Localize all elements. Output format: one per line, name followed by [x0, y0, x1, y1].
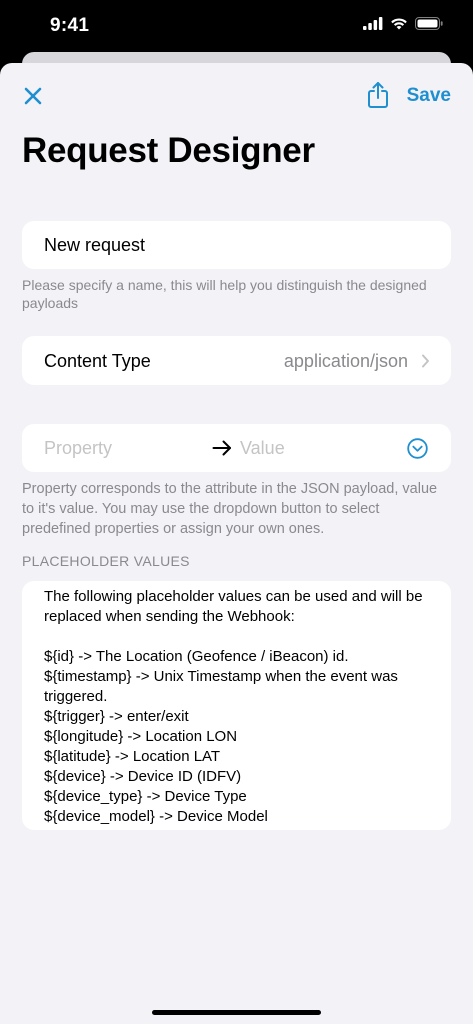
- content-type-label: Content Type: [44, 351, 151, 371]
- save-button[interactable]: Save: [407, 85, 451, 107]
- request-designer-sheet: Save Request Designer New request Please…: [0, 63, 473, 1024]
- share-icon[interactable]: [366, 81, 390, 109]
- content-type-value: application/json: [283, 351, 408, 371]
- property-input[interactable]: Property: [44, 438, 204, 459]
- status-bar: 9:41: [0, 0, 473, 52]
- chevron-down-circle-icon[interactable]: [407, 438, 428, 459]
- request-name-field[interactable]: New request: [22, 221, 451, 269]
- home-indicator: [152, 1010, 321, 1015]
- wifi-icon: [391, 18, 407, 30]
- battery-icon: [415, 17, 443, 30]
- request-name-value[interactable]: New request: [44, 235, 145, 256]
- property-value-row: Property Value: [22, 424, 451, 472]
- request-name-hint: Please specify a name, this will help yo…: [22, 277, 427, 311]
- content-type-row[interactable]: Content Type application/json: [22, 336, 451, 385]
- property-hint: Property corresponds to the attribute in…: [22, 481, 438, 537]
- placeholder-values-header: PLACEHOLDER VALUES: [22, 553, 190, 569]
- arrow-right-icon: [212, 440, 231, 456]
- close-icon[interactable]: [22, 85, 44, 107]
- cellular-signal-icon: [363, 17, 383, 30]
- page-title: Request Designer: [22, 131, 315, 170]
- status-icons: [363, 17, 443, 30]
- placeholder-values-text: The following placeholder values can be …: [44, 588, 423, 825]
- value-input[interactable]: Value: [240, 438, 390, 459]
- chevron-right-icon: [422, 354, 429, 368]
- status-time: 9:41: [50, 15, 90, 36]
- placeholder-values-card: The following placeholder values can be …: [22, 581, 451, 830]
